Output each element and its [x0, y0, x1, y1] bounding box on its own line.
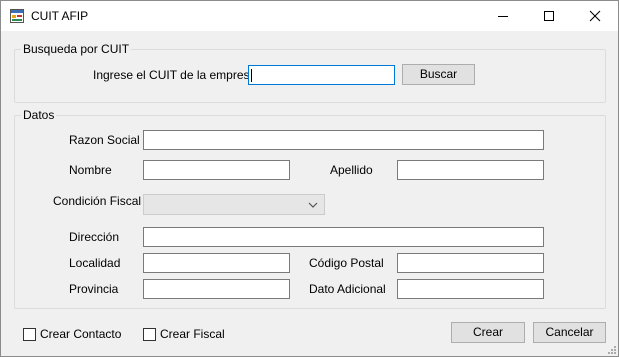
- provincia-input[interactable]: [143, 279, 290, 299]
- cuit-label: Ingrese el CUIT de la empresa: [93, 68, 257, 82]
- localidad-label: Localidad: [69, 256, 121, 270]
- razon-social-label: Razon Social: [69, 133, 140, 147]
- crear-fiscal-label[interactable]: Crear Fiscal: [160, 327, 225, 341]
- dato-adicional-label: Dato Adicional: [309, 282, 386, 296]
- app-form-icon: [10, 9, 24, 23]
- apellido-input[interactable]: [397, 160, 544, 180]
- razon-social-input[interactable]: [143, 130, 544, 150]
- provincia-label: Provincia: [69, 282, 119, 296]
- direccion-input[interactable]: [143, 227, 544, 247]
- cancelar-button[interactable]: Cancelar: [533, 322, 606, 343]
- buscar-button[interactable]: Buscar: [402, 64, 475, 85]
- crear-contacto-label[interactable]: Crear Contacto: [40, 327, 121, 341]
- chevron-down-icon: [308, 202, 318, 208]
- condicion-fiscal-select[interactable]: [143, 194, 325, 215]
- close-icon: [589, 10, 601, 22]
- crear-fiscal-checkbox[interactable]: [143, 328, 156, 341]
- nombre-input[interactable]: [143, 160, 290, 180]
- localidad-input[interactable]: [143, 253, 290, 273]
- close-button[interactable]: [572, 1, 618, 31]
- apellido-label: Apellido: [330, 163, 373, 177]
- minimize-icon: [498, 16, 508, 17]
- resize-grip-icon[interactable]: [606, 344, 616, 354]
- datos-group-label: Datos: [21, 108, 57, 122]
- busqueda-group-label: Busqueda por CUIT: [21, 42, 132, 56]
- window-title: CUIT AFIP: [31, 9, 89, 23]
- text-caret: [251, 69, 252, 82]
- codigo-postal-label: Código Postal: [309, 256, 384, 270]
- cuit-input[interactable]: [248, 65, 395, 85]
- title-bar[interactable]: CUIT AFIP: [1, 1, 618, 31]
- nombre-label: Nombre: [69, 163, 112, 177]
- dialog-window: CUIT AFIP Busqueda por CUIT Ingrese el C…: [0, 0, 619, 357]
- maximize-button[interactable]: [526, 1, 572, 31]
- minimize-button[interactable]: [480, 1, 526, 31]
- codigo-postal-input[interactable]: [397, 253, 544, 273]
- direccion-label: Dirección: [69, 230, 120, 244]
- maximize-icon: [544, 11, 554, 21]
- dato-adicional-input[interactable]: [397, 279, 544, 299]
- condicion-fiscal-label: Condición Fiscal: [53, 194, 142, 208]
- crear-button[interactable]: Crear: [451, 322, 525, 343]
- crear-contacto-checkbox[interactable]: [23, 328, 36, 341]
